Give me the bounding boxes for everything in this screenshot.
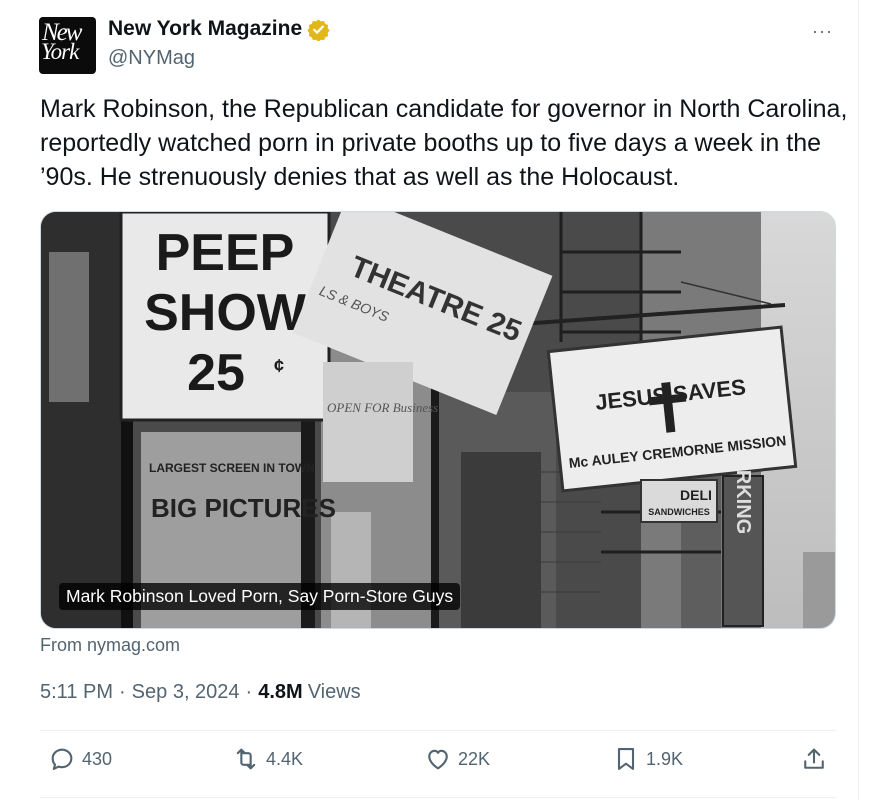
repost-count: 4.4K <box>266 748 304 769</box>
views-label: Views <box>307 681 361 703</box>
repost-icon <box>236 748 256 770</box>
like-button[interactable]: 22K <box>424 745 490 773</box>
sign-peep: PEEP <box>156 224 295 282</box>
action-bar: 430 4.4K 22K 1.9K <box>40 745 836 785</box>
street-photo: PEEP SHOW 25 ¢ THEATRE 25 LS & BOYS OPEN… <box>41 212 835 628</box>
sign-price: 25 <box>187 344 245 402</box>
tweet-meta: 5:11 PM · Sep 3, 2024 · 4.8M Views <box>40 681 361 704</box>
more-options-icon[interactable]: ··· <box>812 21 833 42</box>
tweet-time[interactable]: 5:11 PM <box>40 681 113 704</box>
sign-cent: ¢ <box>274 356 284 376</box>
handle[interactable]: @NYMag <box>108 47 195 70</box>
repost-button[interactable]: 4.4K <box>232 745 303 773</box>
sign-show: SHOW <box>144 284 307 342</box>
display-name[interactable]: New York Magazine <box>108 17 302 41</box>
tweet-text: Mark Robinson, the Republican candidate … <box>40 95 848 191</box>
avatar-text-bottom: York <box>41 39 79 64</box>
verified-badge-icon <box>307 18 330 41</box>
reply-button[interactable]: 430 <box>48 745 112 773</box>
like-count: 22K <box>458 748 491 769</box>
tweet-date[interactable]: Sep 3, 2024 <box>132 681 240 704</box>
tweet-header: New York New York Magazine @NYMag ··· <box>39 15 839 74</box>
bookmark-icon <box>617 748 635 770</box>
meta-separator: · <box>119 681 126 703</box>
card-caption: Mark Robinson Loved Porn, Say Porn-Store… <box>59 583 461 610</box>
meta-separator-2: · <box>245 681 253 703</box>
sign-big-pictures: BIG PICTURES <box>151 493 336 523</box>
sign-parking: RKING <box>732 470 754 534</box>
card-source-link[interactable]: From nymag.com <box>40 635 180 656</box>
divider-top <box>40 730 836 731</box>
name-row: New York Magazine <box>108 17 330 41</box>
avatar[interactable]: New York <box>39 17 96 74</box>
reply-count: 430 <box>82 748 113 769</box>
reply-icon <box>51 748 73 770</box>
bookmark-count: 1.9K <box>646 748 684 769</box>
share-icon <box>804 748 824 769</box>
sign-largest: LARGEST SCREEN IN TOWN <box>149 461 315 475</box>
divider-bottom <box>40 797 836 798</box>
share-button[interactable] <box>800 745 828 773</box>
sign-open: OPEN FOR Business <box>327 400 438 415</box>
sign-sandwiches: SANDWICHES <box>648 507 710 517</box>
link-card-image[interactable]: PEEP SHOW 25 ¢ THEATRE 25 LS & BOYS OPEN… <box>40 211 836 629</box>
views-count[interactable]: 4.8M <box>258 681 302 704</box>
right-border <box>858 0 859 800</box>
sign-deli: DELI <box>680 487 712 503</box>
heart-icon <box>428 749 448 770</box>
bookmark-button[interactable]: 1.9K <box>612 745 683 773</box>
